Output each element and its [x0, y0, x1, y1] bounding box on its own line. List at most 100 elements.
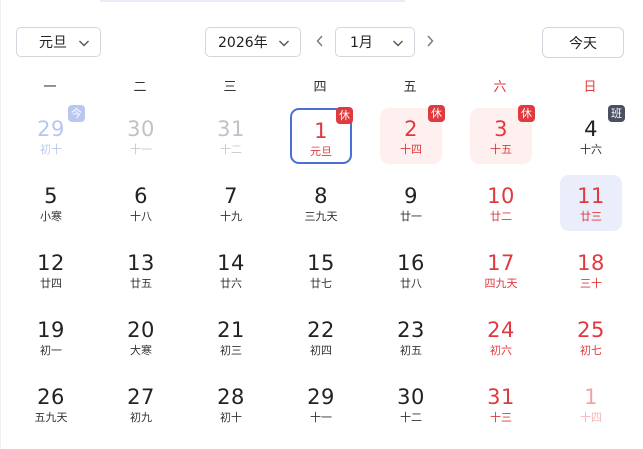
- calendar-day-cell[interactable]: 1 元旦 休: [275, 107, 365, 174]
- lunar-date: 小寒: [40, 210, 62, 223]
- lunar-date: 元旦: [310, 145, 332, 158]
- calendar-day-cell[interactable]: 9 廿一: [365, 174, 455, 241]
- day-number: 25: [577, 318, 605, 342]
- year-select[interactable]: 2026年: [205, 27, 301, 57]
- calendar-day-cell[interactable]: 17 四九天: [455, 241, 545, 308]
- calendar-day-cell[interactable]: 28 初十: [185, 375, 275, 442]
- day-box: 31 十三: [470, 376, 532, 432]
- day-number: 23: [397, 318, 425, 342]
- calendar-day-cell[interactable]: 30 十二: [365, 375, 455, 442]
- day-number: 11: [577, 184, 605, 208]
- lunar-date: 十一: [130, 143, 152, 156]
- calendar-day-cell[interactable]: 19 初一: [5, 308, 95, 375]
- calendar-day-cell[interactable]: 14 廿六: [185, 241, 275, 308]
- calendar-day-cell[interactable]: 7 十九: [185, 174, 275, 241]
- calendar-week-row: 29 初十今 30 十一 31 十二 1 元旦休 2 十四休 3 十五休 4 十六班: [5, 105, 635, 174]
- lunar-date: 廿六: [220, 277, 242, 290]
- calendar-day-cell[interactable]: 12 廿四: [5, 241, 95, 308]
- calendar-week-row: 19 初一 20 大寒 21 初三 22 初四 23 初五 24 初六 25 初七: [5, 308, 635, 375]
- day-number: 29: [307, 385, 335, 409]
- month-select[interactable]: 1月: [335, 27, 415, 57]
- calendar-day-cell[interactable]: 8 三九天: [275, 174, 365, 241]
- lunar-date: 十九: [220, 210, 242, 223]
- lunar-date: 大寒: [130, 344, 152, 357]
- day-box: 7 十九: [200, 175, 262, 231]
- rest-day-badge: 休: [518, 105, 535, 122]
- calendar-day-cell[interactable]: 20 大寒: [95, 308, 185, 375]
- calendar-day-cell[interactable]: 10 廿二: [455, 174, 545, 241]
- calendar-day-cell[interactable]: 30 十一: [95, 107, 185, 174]
- day-number: 31: [487, 385, 515, 409]
- day-number: 7: [224, 184, 238, 208]
- lunar-date: 十八: [130, 210, 152, 223]
- day-box: 15 廿七: [290, 242, 352, 298]
- calendar-day-cell[interactable]: 16 廿八: [365, 241, 455, 308]
- day-number: 5: [44, 184, 58, 208]
- calendar-day-cell[interactable]: 29 十一: [275, 375, 365, 442]
- day-number: 22: [307, 318, 335, 342]
- calendar-day-cell[interactable]: 11 廿三: [545, 174, 635, 241]
- day-box: 17 四九天: [470, 242, 532, 298]
- chevron-left-icon: [315, 33, 325, 52]
- lunar-date: 十二: [400, 411, 422, 424]
- calendar-day-cell[interactable]: 29 初十 今: [5, 105, 95, 174]
- calendar-day-cell[interactable]: 21 初三: [185, 308, 275, 375]
- calendar-day-cell[interactable]: 2 十四 休: [365, 105, 455, 174]
- day-box: 24 初六: [470, 309, 532, 365]
- calendar-day-cell[interactable]: 31 十二: [185, 107, 275, 174]
- lunar-date: 十六: [580, 143, 602, 156]
- calendar-day-cell[interactable]: 26 五九天: [5, 375, 95, 442]
- calendar-day-cell[interactable]: 27 初九: [95, 375, 185, 442]
- weekday-label: 三: [223, 80, 237, 95]
- calendar-day-cell[interactable]: 22 初四: [275, 308, 365, 375]
- chevron-right-icon: [425, 33, 435, 52]
- calendar-day-cell[interactable]: 31 十三: [455, 375, 545, 442]
- day-number: 26: [37, 385, 65, 409]
- calendar-day-cell[interactable]: 13 廿五: [95, 241, 185, 308]
- day-box: 30 十二: [380, 376, 442, 432]
- day-box: 28 初十: [200, 376, 262, 432]
- lunar-date: 十四: [400, 143, 422, 156]
- lunar-date: 五九天: [34, 411, 68, 424]
- calendar-day-cell[interactable]: 25 初七: [545, 308, 635, 375]
- day-box: 8 三九天: [290, 175, 352, 231]
- lunar-date: 初五: [400, 344, 422, 357]
- day-box: 26 五九天: [20, 376, 82, 432]
- day-number: 1: [314, 119, 328, 143]
- day-number: 15: [307, 251, 335, 275]
- calendar-day-cell[interactable]: 3 十五 休: [455, 105, 545, 174]
- next-month-button[interactable]: [420, 27, 440, 57]
- calendar-day-cell[interactable]: 24 初六: [455, 308, 545, 375]
- day-box: 18 三十: [560, 242, 622, 298]
- calendar-day-cell[interactable]: 1 十四: [545, 375, 635, 442]
- prev-month-button[interactable]: [310, 27, 330, 57]
- lunar-date: 十五: [490, 143, 512, 156]
- calendar-day-cell[interactable]: 15 廿七: [275, 241, 365, 308]
- calendar-day-cell[interactable]: 6 十八: [95, 174, 185, 241]
- day-box: 13 廿五: [110, 242, 172, 298]
- day-box: 10 廿二: [470, 175, 532, 231]
- calendar-day-cell[interactable]: 18 三十: [545, 241, 635, 308]
- weekday-header: 一 二 三 四 五 六 日: [5, 76, 635, 96]
- holiday-select[interactable]: 元旦: [16, 27, 101, 57]
- calendar-day-cell[interactable]: 23 初五: [365, 308, 455, 375]
- day-box: 19 初一: [20, 309, 82, 365]
- holiday-select-value: 元旦: [39, 35, 67, 51]
- day-box: 29 十一: [290, 376, 352, 432]
- day-box: 4 十六 班: [560, 105, 625, 164]
- today-button[interactable]: 今天: [542, 27, 624, 58]
- day-box: 22 初四: [290, 309, 352, 365]
- day-number: 28: [217, 385, 245, 409]
- chevron-down-icon: [392, 37, 404, 49]
- lunar-date: 三十: [580, 277, 602, 290]
- day-number: 6: [134, 184, 148, 208]
- day-number: 2: [404, 117, 418, 141]
- day-box: 5 小寒: [20, 175, 82, 231]
- day-number: 16: [397, 251, 425, 275]
- lunar-date: 廿五: [130, 277, 152, 290]
- chevron-down-icon: [78, 37, 90, 49]
- calendar-day-cell[interactable]: 4 十六 班: [545, 105, 635, 174]
- calendar-day-cell[interactable]: 5 小寒: [5, 174, 95, 241]
- rest-day-badge: 休: [336, 107, 353, 124]
- lunar-date: 廿八: [400, 277, 422, 290]
